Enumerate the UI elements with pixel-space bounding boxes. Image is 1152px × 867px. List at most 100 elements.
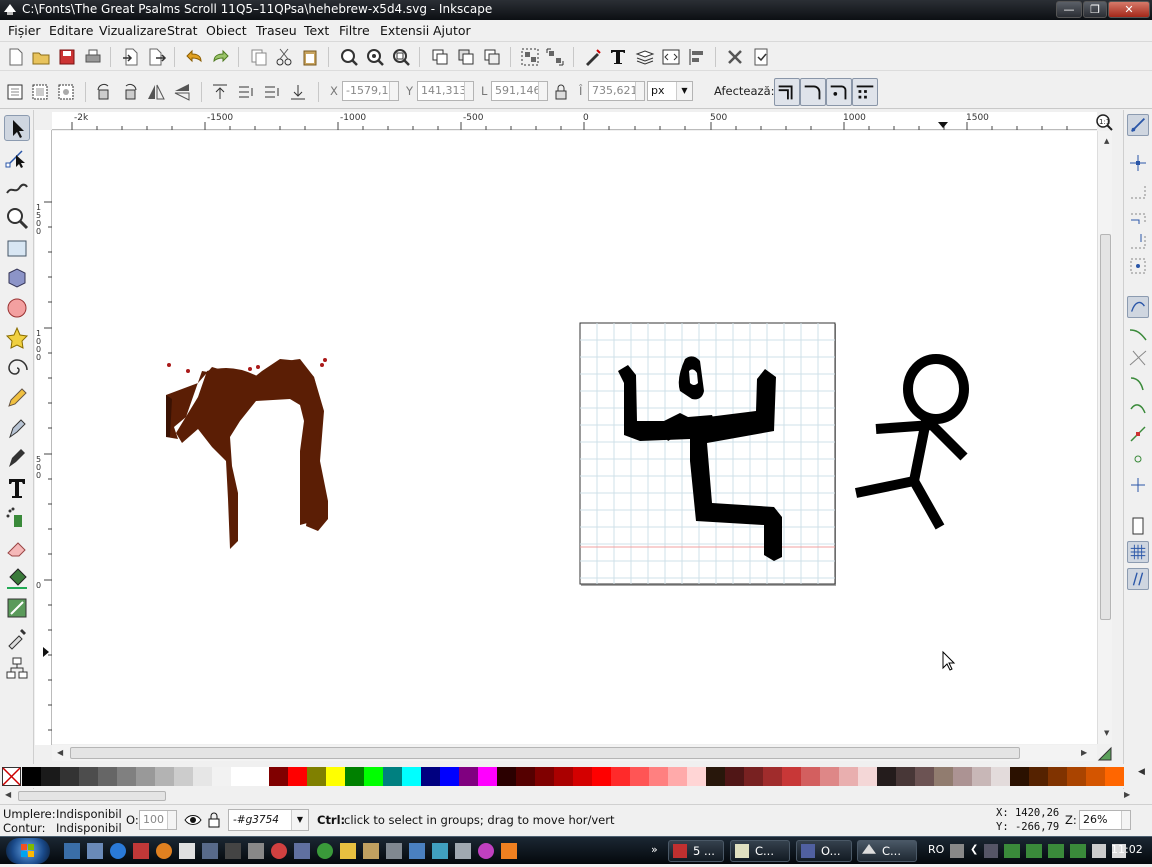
color-swatch[interactable] <box>953 767 972 786</box>
color-swatch[interactable] <box>592 767 611 786</box>
color-swatch[interactable] <box>421 767 440 786</box>
snap-object-centers-icon[interactable] <box>1127 448 1149 470</box>
rotate-ccw-icon[interactable] <box>94 82 114 102</box>
color-swatch[interactable] <box>288 767 307 786</box>
fill-stroke-icon[interactable] <box>583 47 603 67</box>
color-swatch[interactable] <box>269 767 288 786</box>
color-swatch[interactable] <box>155 767 174 786</box>
text-font-icon[interactable] <box>608 47 628 67</box>
calligraphy-tool[interactable] <box>4 445 30 471</box>
group-icon[interactable] <box>520 47 540 67</box>
color-swatch[interactable] <box>22 767 41 786</box>
color-swatch[interactable] <box>839 767 858 786</box>
color-swatch[interactable] <box>573 767 592 786</box>
copy-icon[interactable] <box>249 47 269 67</box>
preferences-icon[interactable] <box>725 47 745 67</box>
color-swatch[interactable] <box>459 767 478 786</box>
color-swatch[interactable] <box>1067 767 1086 786</box>
zoom-tool[interactable] <box>4 205 30 231</box>
color-swatch[interactable] <box>79 767 98 786</box>
horizontal-scroll-thumb[interactable] <box>70 747 1020 759</box>
scale-corners-toggle-icon[interactable] <box>800 78 826 106</box>
color-swatch[interactable] <box>478 767 497 786</box>
minimize-button[interactable]: — <box>1056 1 1082 18</box>
color-swatch[interactable] <box>744 767 763 786</box>
color-swatch[interactable] <box>687 767 706 786</box>
menu-layer[interactable]: Strat <box>167 23 198 38</box>
color-swatch[interactable] <box>364 767 383 786</box>
horizontal-ruler[interactable]: -2k -1500 -1000 -500 0 500 1000 1500 <box>52 112 1097 130</box>
lower-to-bottom-icon[interactable] <box>288 82 308 102</box>
color-swatch[interactable] <box>630 767 649 786</box>
unit-select[interactable]: px ▼ <box>647 81 693 101</box>
tray-expand-icon[interactable]: ❮ <box>970 844 978 858</box>
snap-guides-icon[interactable] <box>1127 568 1149 590</box>
spiral-tool[interactable] <box>4 355 30 381</box>
vertical-ruler[interactable]: 1500 1000 500 0 <box>35 130 52 745</box>
color-swatch[interactable] <box>41 767 60 786</box>
language-indicator[interactable]: RO <box>928 843 944 856</box>
drawing-canvas[interactable] <box>52 131 1097 744</box>
glyph-page[interactable] <box>579 322 836 586</box>
network-icon[interactable] <box>1092 844 1107 858</box>
snap-line-midpoints-icon[interactable] <box>1127 423 1149 445</box>
quicklaunch-icon[interactable] <box>409 843 425 859</box>
quicklaunch-icon[interactable] <box>156 843 172 859</box>
quicklaunch-icon[interactable] <box>294 843 310 859</box>
quicklaunch-overflow[interactable]: » <box>651 843 658 856</box>
quicklaunch-icon[interactable] <box>179 843 195 859</box>
zoom-page-icon[interactable] <box>391 47 411 67</box>
color-swatch[interactable] <box>326 767 345 786</box>
export-icon[interactable] <box>147 47 167 67</box>
color-swatch[interactable] <box>896 767 915 786</box>
snap-page-icon[interactable] <box>1127 515 1149 537</box>
color-swatch[interactable] <box>1105 767 1124 786</box>
color-swatch[interactable] <box>174 767 193 786</box>
color-swatch[interactable] <box>231 767 250 786</box>
import-icon[interactable] <box>121 47 141 67</box>
color-swatch[interactable] <box>763 767 782 786</box>
quicklaunch-icon[interactable] <box>478 843 494 859</box>
document-properties-icon[interactable] <box>751 47 771 67</box>
pen-tool[interactable] <box>4 415 30 441</box>
quicklaunch-icon[interactable] <box>225 843 241 859</box>
color-swatch[interactable] <box>1048 767 1067 786</box>
x-input[interactable]: -1579,1 <box>342 81 399 101</box>
eye-visibility-icon[interactable] <box>184 812 202 828</box>
maximize-button[interactable]: ❐ <box>1083 1 1107 18</box>
tray-icon[interactable] <box>1026 844 1043 858</box>
select-all-icon[interactable] <box>5 82 25 102</box>
quicklaunch-icon[interactable] <box>317 843 333 859</box>
snap-bbox-midpoints-icon[interactable] <box>1127 230 1149 252</box>
transform-gradients-toggle-icon[interactable] <box>826 78 852 106</box>
duplicate-icon[interactable] <box>430 47 450 67</box>
color-swatch[interactable] <box>440 767 459 786</box>
color-swatch[interactable] <box>858 767 877 786</box>
selector-tool[interactable] <box>4 115 30 141</box>
color-swatch[interactable] <box>383 767 402 786</box>
tray-icon[interactable] <box>1048 844 1065 858</box>
print-icon[interactable] <box>83 47 103 67</box>
pencil-tool[interactable] <box>4 385 30 411</box>
unlink-clone-icon[interactable] <box>482 47 502 67</box>
color-swatch[interactable] <box>193 767 212 786</box>
vertical-scroll-thumb[interactable] <box>1100 234 1111 620</box>
color-swatch[interactable] <box>934 767 953 786</box>
raise-to-top-icon[interactable] <box>210 82 230 102</box>
menu-text[interactable]: Text <box>304 23 329 38</box>
quicklaunch-icon[interactable] <box>271 843 287 859</box>
color-swatch[interactable] <box>1086 767 1105 786</box>
start-button[interactable] <box>6 838 50 864</box>
redo-icon[interactable] <box>210 47 230 67</box>
color-swatch[interactable] <box>820 767 839 786</box>
color-swatch[interactable] <box>345 767 364 786</box>
color-swatch[interactable] <box>706 767 725 786</box>
tray-icon[interactable] <box>984 844 999 858</box>
color-swatch[interactable] <box>402 767 421 786</box>
3d-box-tool[interactable] <box>4 265 30 291</box>
rotate-cw-icon[interactable] <box>120 82 140 102</box>
color-swatch[interactable] <box>554 767 573 786</box>
transform-patterns-toggle-icon[interactable] <box>852 78 878 106</box>
quicklaunch-icon[interactable] <box>110 843 126 859</box>
deselect-icon[interactable] <box>56 82 76 102</box>
